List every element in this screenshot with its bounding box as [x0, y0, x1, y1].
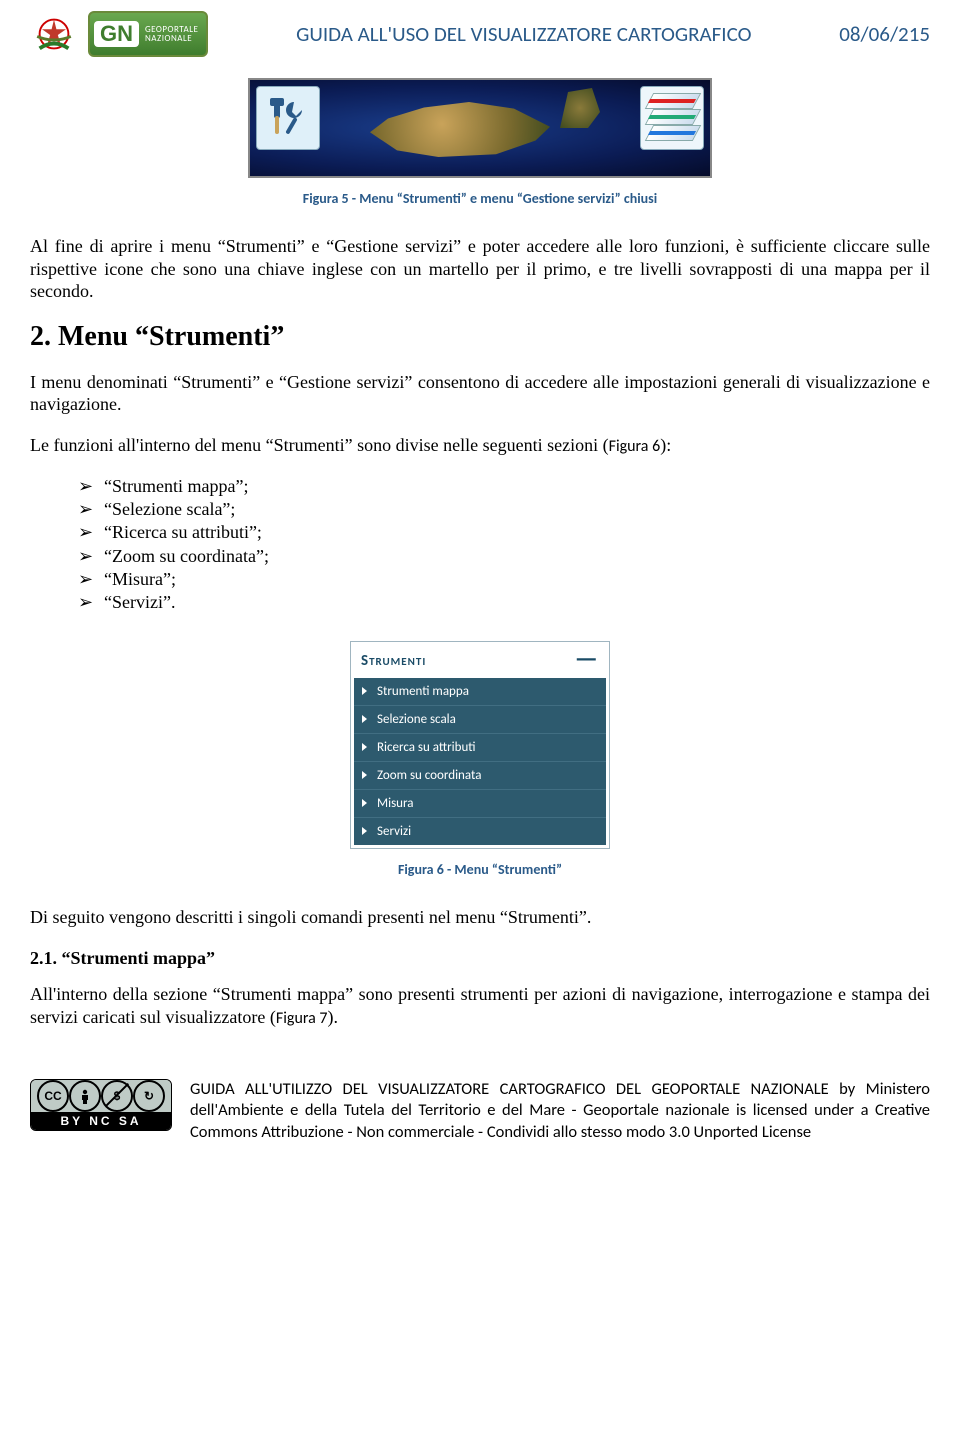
list-item: “Ricerca su attributi”;	[78, 521, 930, 544]
menu-item-label: Servizi	[377, 824, 411, 839]
gn-line2: NAZIONALE	[145, 34, 198, 43]
cc-license-badge: CC $ ↻ BY NC SA	[30, 1079, 172, 1131]
menu-item-label: Misura	[377, 796, 414, 811]
menu-item-label: Zoom su coordinata	[377, 768, 481, 783]
paragraph-1: Al fine di aprire i menu “Strumenti” e “…	[30, 235, 930, 303]
cc-icon: CC	[37, 1080, 69, 1112]
paragraph-4: Di seguito vengono descritti i singoli c…	[30, 906, 930, 929]
paragraph-2: I menu denominati “Strumenti” e “Gestion…	[30, 371, 930, 416]
list-item: “Selezione scala”;	[78, 498, 930, 521]
collapse-icon[interactable]: —	[574, 653, 599, 663]
by-icon	[69, 1080, 101, 1112]
chevron-right-icon	[362, 799, 367, 807]
header-date: 08/06/215	[839, 21, 930, 47]
section-2-title: 2. Menu “Strumenti”	[30, 321, 930, 353]
list-item: “Strumenti mappa”;	[78, 475, 930, 498]
chevron-right-icon	[362, 827, 367, 835]
chevron-right-icon	[362, 771, 367, 779]
footer-license-text: GUIDA ALL'UTILIZZO DEL VISUALIZZATORE CA…	[190, 1079, 930, 1143]
list-item: “Servizi”.	[78, 591, 930, 614]
menu-item-ricerca-attributi[interactable]: Ricerca su attributi	[354, 734, 606, 762]
chevron-right-icon	[362, 687, 367, 695]
section-2-1-title: 2.1. “Strumenti mappa”	[30, 948, 930, 969]
para3-post: ):	[660, 435, 671, 455]
menu-item-label: Strumenti mappa	[377, 684, 469, 699]
chevron-right-icon	[362, 743, 367, 751]
list-item: “Misura”;	[78, 568, 930, 591]
chevron-right-icon	[362, 715, 367, 723]
paragraph-3: Le funzioni all'interno del menu “Strume…	[30, 434, 930, 457]
figure-5-caption: Figura 5 - Menu “Strumenti” e menu “Gest…	[30, 190, 930, 207]
figure-7-ref: Figura 7	[276, 1009, 328, 1028]
bullet-list: “Strumenti mappa”; “Selezione scala”; “R…	[30, 475, 930, 615]
menu-title: Strumenti	[361, 652, 426, 670]
para5-pre: All'interno della sezione “Strumenti map…	[30, 984, 930, 1027]
footer: CC $ ↻ BY NC SA GUIDA ALL'UTILIZZO DEL V…	[30, 1079, 930, 1143]
menu-item-selezione-scala[interactable]: Selezione scala	[354, 706, 606, 734]
paragraph-5: All'interno della sezione “Strumenti map…	[30, 983, 930, 1029]
layers-menu-icon[interactable]	[640, 86, 704, 150]
strumenti-menu-panel: Strumenti — Strumenti mappa Selezione sc…	[350, 641, 610, 849]
italian-emblem-icon	[30, 10, 78, 58]
para3-pre: Le funzioni all'interno del menu “Strume…	[30, 435, 609, 455]
list-item: “Zoom su coordinata”;	[78, 545, 930, 568]
figure-5-map	[248, 78, 712, 178]
header-title: GUIDA ALL'USO DEL VISUALIZZATORE CARTOGR…	[218, 21, 829, 47]
menu-item-misura[interactable]: Misura	[354, 790, 606, 818]
tools-menu-icon[interactable]	[256, 86, 320, 150]
menu-item-strumenti-mappa[interactable]: Strumenti mappa	[354, 678, 606, 706]
figure-6-ref: Figura 6	[609, 437, 661, 456]
menu-item-zoom-coordinata[interactable]: Zoom su coordinata	[354, 762, 606, 790]
figure-6-caption: Figura 6 - Menu “Strumenti”	[30, 861, 930, 878]
nc-icon: $	[101, 1080, 133, 1112]
geoportale-badge: GN GEOPORTALE NAZIONALE	[88, 11, 208, 57]
gn-abbrev: GN	[94, 21, 139, 47]
menu-item-servizi[interactable]: Servizi	[354, 818, 606, 845]
sa-icon: ↻	[133, 1080, 165, 1112]
menu-header[interactable]: Strumenti —	[351, 642, 609, 678]
menu-item-label: Selezione scala	[377, 712, 456, 727]
menu-item-label: Ricerca su attributi	[377, 740, 476, 755]
cc-bottom-label: BY NC SA	[31, 1112, 171, 1130]
para5-post: ).	[328, 1007, 339, 1027]
page-header: GN GEOPORTALE NAZIONALE GUIDA ALL'USO DE…	[30, 10, 930, 58]
